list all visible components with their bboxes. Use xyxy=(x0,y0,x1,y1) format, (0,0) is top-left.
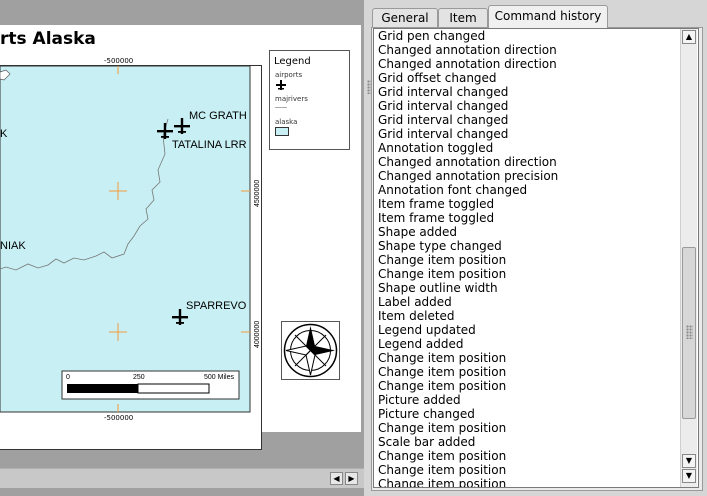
scale-bar[interactable]: 0 250 500 Miles xyxy=(61,370,240,400)
history-item[interactable]: Annotation font changed xyxy=(378,183,527,197)
scale-label-500: 500 Miles xyxy=(204,374,234,381)
history-item[interactable]: Change item position xyxy=(378,253,506,267)
history-item[interactable]: Change item position xyxy=(378,449,506,463)
history-item[interactable]: Shape type changed xyxy=(378,239,502,253)
composer-page[interactable]: rts Alaska MC GRATH TATALINA LRR SPARREV… xyxy=(0,25,361,450)
legend-label-majrivers: majrivers xyxy=(275,95,308,103)
history-item[interactable]: Legend updated xyxy=(378,323,476,337)
history-item[interactable]: Shape added xyxy=(378,225,457,239)
command-history-list[interactable]: Grid pen changed Changed annotation direc… xyxy=(373,28,699,488)
horizontal-scrollbar[interactable]: ◀ ▶ xyxy=(0,468,364,488)
place-label: TATALINA LRR xyxy=(172,139,247,151)
scroll-up-button[interactable]: ▲ xyxy=(682,30,696,44)
scale-label-0: 0 xyxy=(66,374,70,381)
history-item[interactable]: Change item position xyxy=(378,477,506,487)
history-item[interactable]: Change item position xyxy=(378,463,506,477)
panel-splitter[interactable] xyxy=(364,0,374,496)
legend-title: Legend xyxy=(274,56,311,67)
history-item[interactable]: Change item position xyxy=(378,421,506,435)
history-item[interactable]: Picture added xyxy=(378,393,461,407)
place-label: K xyxy=(0,128,8,140)
history-item[interactable]: Scale bar added xyxy=(378,435,475,449)
compass-picture[interactable] xyxy=(281,321,340,380)
grid-annotation-top-label: -500000 xyxy=(104,57,134,65)
history-item[interactable]: Change item position xyxy=(378,267,506,281)
legend-label-airports: airports xyxy=(275,71,303,79)
grip-icon xyxy=(686,325,693,339)
composer-canvas[interactable]: rts Alaska MC GRATH TATALINA LRR SPARREV… xyxy=(0,0,364,496)
history-item[interactable]: Item frame toggled xyxy=(378,211,494,225)
scale-label-250: 250 xyxy=(133,374,145,381)
map-item[interactable]: MC GRATH TATALINA LRR SPARREVO NIAK K 45… xyxy=(0,65,262,450)
map-title[interactable]: rts Alaska xyxy=(0,29,96,49)
history-item[interactable]: Changed annotation direction xyxy=(378,155,557,169)
history-item[interactable]: Changed annotation direction xyxy=(378,43,557,57)
history-item[interactable]: Grid interval changed xyxy=(378,85,508,99)
history-item[interactable]: Changed annotation precision xyxy=(378,169,558,183)
tab-item[interactable]: Item xyxy=(438,8,488,27)
grid-annotation-bottom-label: -500000 xyxy=(104,414,134,422)
map-canvas: MC GRATH TATALINA LRR SPARREVO NIAK K 45… xyxy=(0,66,261,413)
compass-rose-icon xyxy=(283,323,338,378)
history-item[interactable]: Change item position xyxy=(378,379,506,393)
grid-annotation-right: 4500000 xyxy=(254,180,261,207)
scroll-end-button[interactable]: ▼ xyxy=(682,469,696,483)
history-item[interactable]: Item frame toggled xyxy=(378,197,494,211)
scroll-down-button[interactable]: ▼ xyxy=(682,454,696,468)
tab-command-history[interactable]: Command history xyxy=(488,5,608,28)
grid-annotation-right: 4000000 xyxy=(254,321,261,348)
legend-swatch xyxy=(275,127,289,136)
history-item[interactable]: Shape outline width xyxy=(378,281,498,295)
scroll-thumb[interactable] xyxy=(682,247,696,419)
history-item[interactable]: Annotation toggled xyxy=(378,141,493,155)
tab-general[interactable]: General xyxy=(372,8,438,27)
history-item[interactable]: Grid offset changed xyxy=(378,71,497,85)
history-item[interactable]: Legend added xyxy=(378,337,463,351)
history-item[interactable]: Grid interval changed xyxy=(378,99,508,113)
place-label: MC GRATH xyxy=(189,110,247,122)
history-item[interactable]: Grid pen changed xyxy=(378,29,485,43)
scroll-left-button[interactable]: ◀ xyxy=(330,472,343,485)
place-label: SPARREVO xyxy=(186,300,247,312)
legend-label-alaska: alaska xyxy=(275,118,298,126)
scroll-right-button[interactable]: ▶ xyxy=(345,472,358,485)
legend-plane-icon xyxy=(276,80,286,90)
place-label: NIAK xyxy=(0,240,26,252)
history-item[interactable]: Grid interval changed xyxy=(378,113,508,127)
history-item[interactable]: Grid interval changed xyxy=(378,127,508,141)
history-item[interactable]: Picture changed xyxy=(378,407,475,421)
history-item[interactable]: Item deleted xyxy=(378,309,455,323)
legend-item[interactable]: Legend airports majrivers alaska xyxy=(269,50,350,150)
legend-river-line xyxy=(275,107,287,108)
history-item[interactable]: Change item position xyxy=(378,351,506,365)
history-item[interactable]: Label added xyxy=(378,295,452,309)
vertical-scrollbar[interactable]: ▲ ▼ ▼ xyxy=(680,29,697,487)
history-item[interactable]: Change item position xyxy=(378,365,506,379)
history-item[interactable]: Changed annotation direction xyxy=(378,57,557,71)
